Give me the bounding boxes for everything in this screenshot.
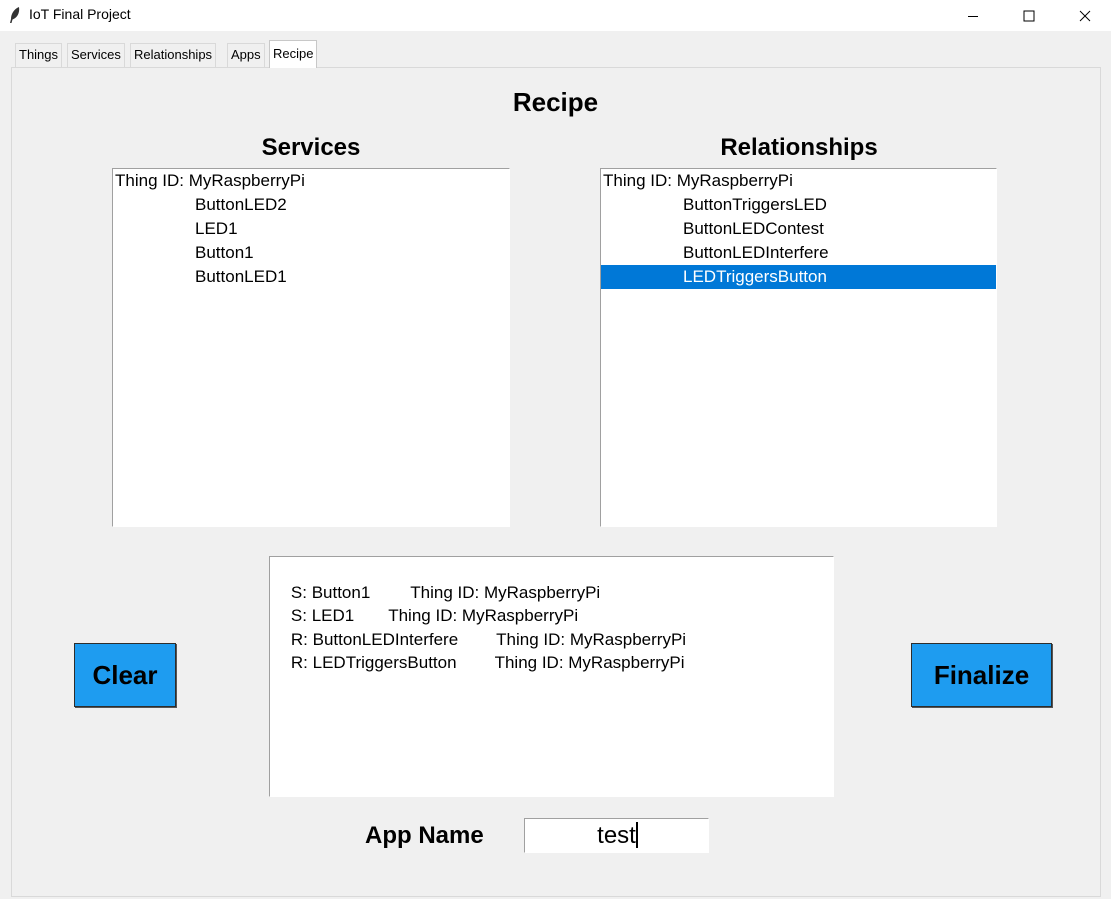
recipe-item-thing: Thing ID: MyRaspberryPi: [388, 606, 579, 625]
maximize-button[interactable]: [1006, 0, 1052, 31]
recipe-list-item[interactable]: S: Button1 Thing ID: MyRaspberryPi: [270, 557, 833, 602]
relationships-heading: Relationships: [720, 134, 878, 161]
services-heading: Services: [261, 134, 361, 161]
close-button[interactable]: [1062, 0, 1108, 31]
recipe-item-name: R: LEDTriggersButton: [290, 653, 457, 672]
text-caret: [636, 822, 638, 848]
services-list-item[interactable]: ButtonLED2: [113, 193, 509, 217]
recipe-item-name: R: ButtonLEDInterfere: [290, 629, 459, 649]
recipe-listbox[interactable]: S: Button1 Thing ID: MyRaspberryPi S: LED…: [269, 556, 834, 797]
relationships-list-item[interactable]: ButtonLEDContest: [601, 217, 996, 241]
recipe-item-name: S: LED1: [290, 606, 355, 625]
finalize-button[interactable]: Finalize: [911, 643, 1052, 707]
services-list-item[interactable]: LED1: [113, 217, 509, 241]
minimize-button[interactable]: [950, 0, 996, 31]
app-name-label: App Name: [365, 822, 484, 849]
recipe-item-thing: Thing ID: MyRaspberryPi: [496, 629, 687, 649]
services-list-item[interactable]: ButtonLED1: [113, 265, 509, 289]
relationships-list-item[interactable]: ButtonLEDInterfere: [601, 241, 996, 265]
app-name-input[interactable]: [524, 818, 709, 853]
services-listbox[interactable]: Thing ID: MyRaspberryPi ButtonLED2 LED1 …: [112, 168, 510, 527]
clear-button[interactable]: Clear: [74, 643, 176, 707]
relationships-list-item[interactable]: ButtonTriggersLED: [601, 193, 996, 217]
tab-relationships[interactable]: Relationships: [130, 43, 217, 67]
services-list-item[interactable]: Thing ID: MyRaspberryPi: [113, 169, 509, 193]
tab-things[interactable]: Things: [15, 43, 63, 67]
relationships-list-item-selected[interactable]: LEDTriggersButton: [601, 265, 996, 289]
tab-recipe[interactable]: Recipe: [269, 40, 318, 68]
tab-bar: Things Services Relationships Apps Recip…: [0, 31, 1111, 68]
relationships-listbox[interactable]: Thing ID: MyRaspberryPi ButtonTriggersLE…: [600, 168, 997, 527]
window-title: IoT Final Project: [29, 6, 131, 22]
minimize-icon: [968, 15, 978, 17]
recipe-item-thing: Thing ID: MyRaspberryPi: [410, 582, 601, 602]
feather-icon: [10, 7, 20, 23]
page-title: Recipe: [512, 87, 599, 117]
close-icon: [1079, 10, 1091, 21]
services-list-item[interactable]: Button1: [113, 241, 509, 265]
tab-services[interactable]: Services: [67, 43, 125, 67]
maximize-icon: [1023, 10, 1035, 21]
recipe-item-thing: Thing ID: MyRaspberryPi: [494, 653, 685, 672]
tab-apps[interactable]: Apps: [227, 43, 265, 67]
title-bar: IoT Final Project: [0, 0, 1111, 31]
relationships-list-item[interactable]: Thing ID: MyRaspberryPi: [601, 169, 996, 193]
recipe-item-name: S: Button1: [290, 582, 371, 602]
